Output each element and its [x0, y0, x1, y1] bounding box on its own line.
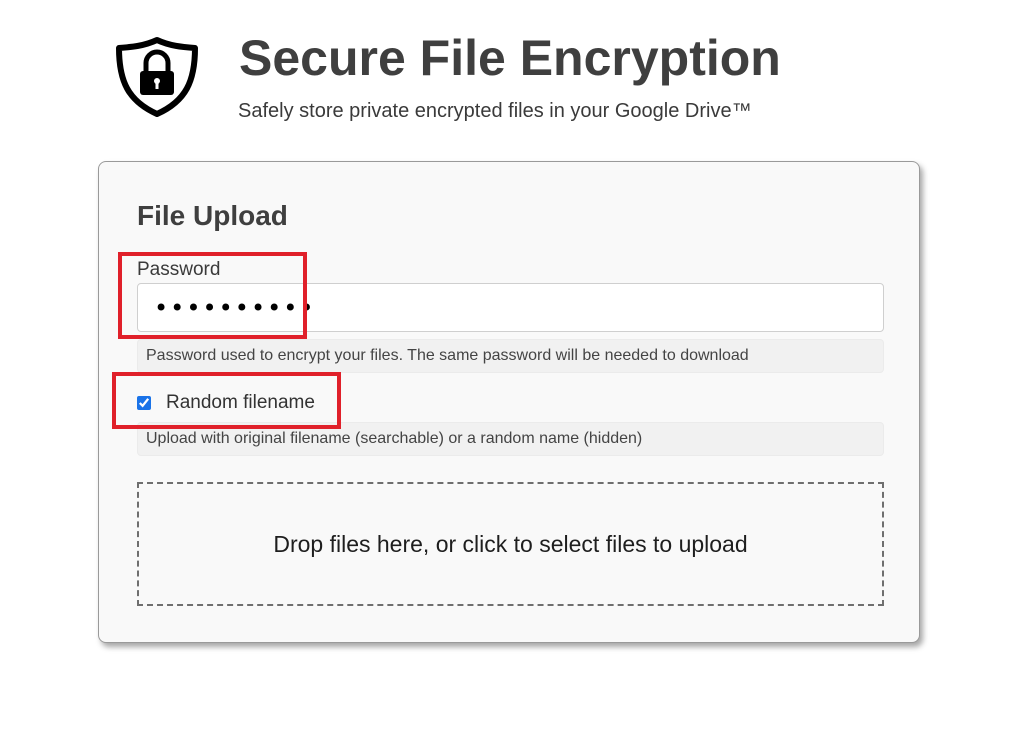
app-title: Secure File Encryption: [239, 30, 781, 86]
password-label: Password: [137, 259, 221, 280]
page: Secure File Encryption Safely store priv…: [0, 0, 1018, 753]
file-dropzone[interactable]: Drop files here, or click to select file…: [137, 482, 884, 606]
random-filename-checkbox[interactable]: [137, 396, 151, 410]
file-upload-card: File Upload Password Password used to en…: [98, 161, 920, 643]
password-help-text: Password used to encrypt your files. The…: [137, 339, 884, 373]
random-filename-label[interactable]: Random filename: [166, 392, 315, 414]
shield-lock-icon: [116, 37, 198, 117]
random-filename-row[interactable]: Random filename: [137, 389, 315, 417]
password-input[interactable]: [137, 283, 884, 332]
random-filename-help-text: Upload with original filename (searchabl…: [137, 422, 884, 456]
card-title: File Upload: [137, 200, 288, 231]
app-subtitle: Safely store private encrypted files in …: [238, 100, 752, 122]
dropzone-text: Drop files here, or click to select file…: [273, 530, 748, 557]
